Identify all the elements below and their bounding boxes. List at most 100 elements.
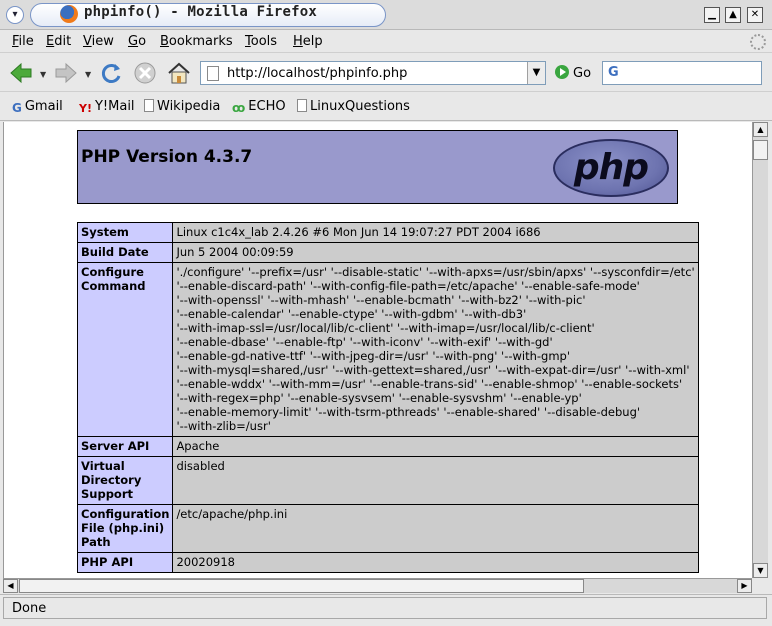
row-key: Server API <box>76 436 174 457</box>
close-button[interactable]: ✕ <box>747 7 763 23</box>
row-key-line: Path <box>81 535 111 549</box>
vertical-scrollbar[interactable]: ▲ ▼ <box>752 122 768 578</box>
gmail-icon: G <box>12 101 22 115</box>
row-value: Linux c1c4x_lab 2.4.26 #6 Mon Jun 14 19:… <box>172 222 699 243</box>
php-logo[interactable]: php <box>553 139 669 197</box>
table-row: Server API Apache <box>76 436 699 457</box>
vertical-scroll-thumb[interactable] <box>753 140 768 160</box>
search-bar[interactable]: G <box>602 61 762 85</box>
bookmark-wikipedia[interactable]: Wikipedia <box>144 99 220 114</box>
minimize-button[interactable]: ▁ <box>704 7 720 23</box>
status-field: Done <box>3 597 767 619</box>
status-text: Done <box>12 601 47 616</box>
php-header-box: PHP Version 4.3.7 php <box>77 130 678 204</box>
bookmark-linuxquestions[interactable]: LinuxQuestions <box>297 99 410 114</box>
configure-line: '--with-mysql=shared,/usr' '--with-gette… <box>176 363 690 377</box>
table-row: Configuration File (php.ini) Path /etc/a… <box>76 504 699 553</box>
bookmarks-toolbar: G Gmail Y! Y!Mail Wikipedia ꝏ ECHO LinuxQue… <box>0 93 772 121</box>
table-row: Build Date Jun 5 2004 00:09:59 <box>76 242 699 263</box>
scroll-down-icon[interactable]: ▼ <box>753 563 768 578</box>
page-icon <box>144 99 154 112</box>
navigation-toolbar: ▼ ▼ http://localhost/phpinfo.php ▼ Go G <box>0 54 772 92</box>
bookmark-label: Y!Mail <box>94 99 135 114</box>
bookmark-gmail[interactable]: G Gmail <box>12 99 63 115</box>
echo-icon: ꝏ <box>232 101 246 115</box>
back-arrow-icon[interactable] <box>8 60 34 86</box>
row-value: disabled <box>172 456 699 505</box>
row-key: Configuration File (php.ini) Path <box>76 504 174 553</box>
row-key: Virtual Directory Support <box>76 456 174 505</box>
row-key-line: Directory <box>81 473 142 487</box>
bookmark-ymail[interactable]: Y! Y!Mail <box>79 99 135 115</box>
row-value: 20020918 <box>172 552 699 573</box>
configure-line: '--with-openssl' '--with-mhash' '--enabl… <box>176 293 586 307</box>
menu-view[interactable]: View <box>83 34 114 49</box>
page-content: PHP Version 4.3.7 php System Linux c1c4x… <box>3 122 752 578</box>
menu-edit[interactable]: Edit <box>46 34 71 49</box>
menu-bookmarks[interactable]: Bookmarks <box>160 34 233 49</box>
bookmark-label: Gmail <box>24 99 63 114</box>
configure-line: '--with-regex=php' '--enable-sysvsem' '-… <box>176 391 582 405</box>
table-row: Virtual Directory Support disabled <box>76 456 699 505</box>
configure-line: '--with-imap-ssl=/usr/local/lib/c-client… <box>176 321 595 335</box>
table-row: Configure Command './configure' '--prefi… <box>76 262 699 437</box>
menu-tools[interactable]: Tools <box>245 34 277 49</box>
phpinfo-table: System Linux c1c4x_lab 2.4.26 #6 Mon Jun… <box>76 222 699 573</box>
configure-line: '--enable-gd-native-ttf' '--with-jpeg-di… <box>176 349 571 363</box>
scroll-left-icon[interactable]: ◀ <box>3 579 18 593</box>
table-row: PHP API 20020918 <box>76 552 699 573</box>
row-key: Build Date <box>76 242 174 263</box>
row-value: /etc/apache/php.ini <box>172 504 699 553</box>
row-value: Jun 5 2004 00:09:59 <box>172 242 699 263</box>
configure-line: './configure' '--prefix=/usr' '--disable… <box>176 265 695 279</box>
page-icon <box>207 66 219 81</box>
firefox-logo-icon <box>60 5 78 23</box>
go-label: Go <box>573 66 592 81</box>
scroll-right-icon[interactable]: ▶ <box>737 579 752 593</box>
horizontal-scrollbar[interactable]: ◀ ▶ <box>3 578 752 593</box>
yahoo-icon: Y! <box>79 102 92 115</box>
menu-help[interactable]: Help <box>293 34 323 49</box>
configure-line: '--enable-calendar' '--enable-ctype' '--… <box>176 307 527 321</box>
php-logo-text: php <box>573 147 649 188</box>
url-history-dropdown[interactable]: ▼ <box>527 62 545 84</box>
forward-history-dropdown[interactable]: ▼ <box>85 70 93 79</box>
row-key: PHP API <box>76 552 174 573</box>
row-value: Apache <box>172 436 699 457</box>
bookmark-label: Wikipedia <box>157 99 221 114</box>
forward-arrow-icon[interactable] <box>53 60 79 86</box>
row-value: './configure' '--prefix=/usr' '--disable… <box>172 262 699 437</box>
row-key: System <box>76 222 174 243</box>
stop-icon[interactable] <box>132 60 158 86</box>
row-key-line: File (php.ini) <box>81 521 165 535</box>
reload-icon[interactable] <box>98 60 124 86</box>
row-key: Configure Command <box>76 262 174 437</box>
window-menu-button[interactable]: ▾ <box>6 6 24 24</box>
menu-go[interactable]: Go <box>128 34 146 49</box>
horizontal-scroll-thumb[interactable] <box>19 579 584 593</box>
google-search-icon[interactable]: G <box>608 65 619 80</box>
back-history-dropdown[interactable]: ▼ <box>40 70 48 79</box>
row-key-line: Virtual <box>81 459 125 473</box>
bookmark-echo[interactable]: ꝏ ECHO <box>232 99 286 115</box>
activity-throbber-icon <box>750 34 766 50</box>
bookmark-label: ECHO <box>248 99 286 114</box>
configure-line: '--enable-memory-limit' '--with-tsrm-pth… <box>176 405 641 419</box>
maximize-button[interactable]: ▲ <box>725 7 741 23</box>
table-row: System Linux c1c4x_lab 2.4.26 #6 Mon Jun… <box>76 222 699 243</box>
url-text[interactable]: http://localhost/phpinfo.php <box>227 66 407 81</box>
home-icon[interactable] <box>166 60 192 86</box>
menu-bar: File Edit View Go Bookmarks Tools Help <box>0 31 772 53</box>
go-button[interactable]: Go <box>555 65 591 81</box>
scroll-up-icon[interactable]: ▲ <box>753 122 768 137</box>
row-key-line: Configuration <box>81 507 170 521</box>
configure-line: '--enable-discard-path' '--with-config-f… <box>176 279 640 293</box>
menu-file[interactable]: File <box>12 34 34 49</box>
row-key-line: Support <box>81 487 134 501</box>
go-arrow-icon <box>555 65 569 79</box>
configure-line: '--enable-wddx' '--with-mm=/usr' '--enab… <box>176 377 683 391</box>
url-bar[interactable]: http://localhost/phpinfo.php ▼ <box>200 61 546 85</box>
bookmark-label: LinuxQuestions <box>310 99 410 114</box>
window-title: phpinfo() - Mozilla Firefox <box>84 4 317 20</box>
configure-line: '--enable-dbase' '--enable-ftp' '--with-… <box>176 335 553 349</box>
